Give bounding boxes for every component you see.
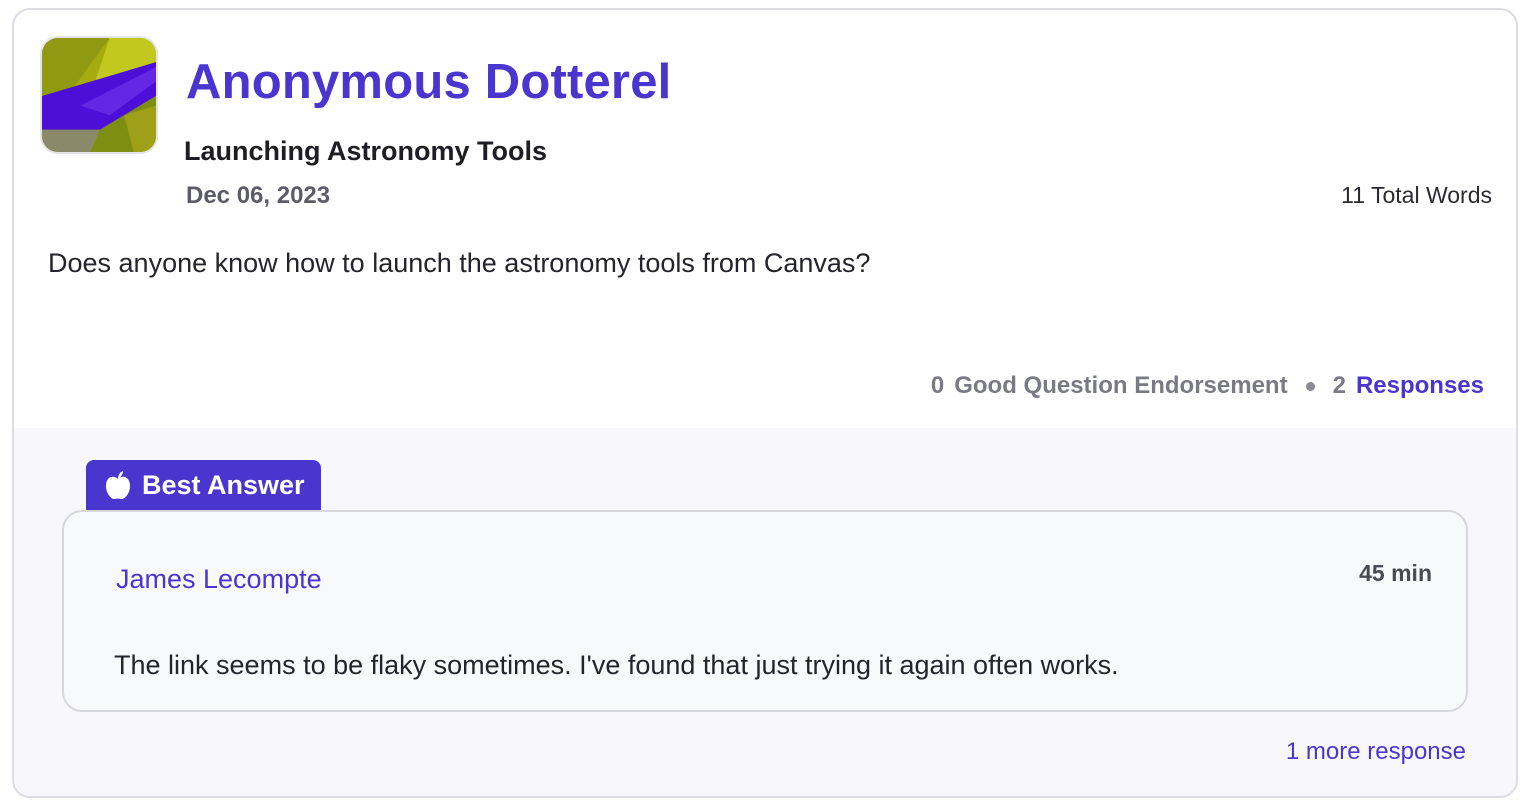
endorsement-label: Good Question Endorsement (954, 372, 1288, 399)
response-count: 2 (1332, 372, 1346, 399)
separator-dot (1305, 381, 1315, 391)
post-date: Dec 06, 2023 (186, 182, 331, 209)
discussion-card: Anonymous Dotterel Launching Astronomy T… (12, 8, 1518, 798)
apple-icon (106, 471, 130, 500)
post-meta: 0 Good Question Endorsement 2 Responses (931, 372, 1484, 400)
post-author[interactable]: Anonymous Dotterel (186, 54, 671, 110)
answer-time: 45 min (1359, 560, 1432, 586)
answer-author[interactable]: James Lecompte (116, 564, 322, 595)
avatar-abstract-image (42, 38, 156, 152)
endorsement-count: 0 (930, 372, 945, 399)
avatar (40, 36, 158, 154)
more-responses-link[interactable]: 1 more response (1286, 738, 1466, 766)
post-title: Launching Astronomy Tools (184, 136, 547, 166)
best-answer-card: James Lecompte 45 min The link seems to … (62, 510, 1468, 712)
answers-section: Best Answer James Lecompte 45 min The li… (14, 428, 1516, 796)
best-answer-label: Best Answer (142, 469, 305, 500)
post-body: Does anyone know how to launch the astro… (48, 248, 871, 278)
answer-body: The link seems to be flaky sometimes. I'… (114, 650, 1119, 680)
responses-link[interactable]: Responses (1356, 372, 1484, 400)
best-answer-badge: Best Answer (86, 460, 321, 510)
word-count: 11 Total Words (1341, 182, 1492, 208)
